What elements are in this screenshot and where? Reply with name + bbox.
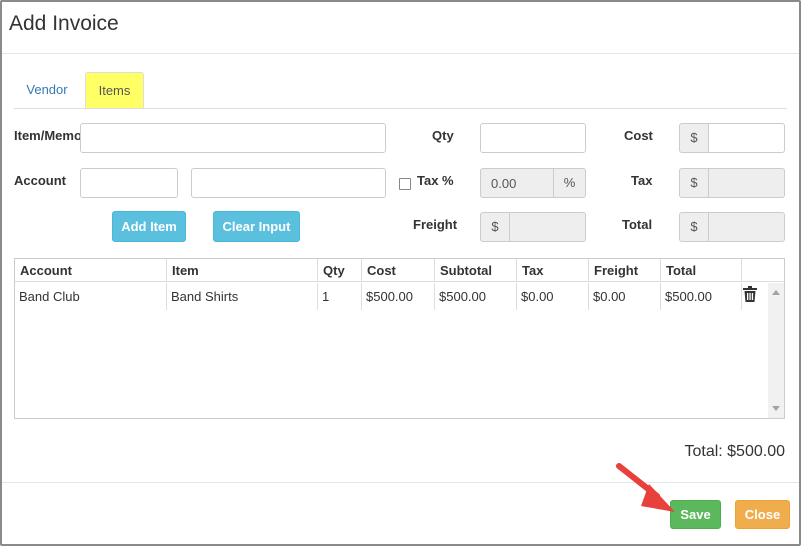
tab-vendor[interactable]: Vendor <box>14 72 80 108</box>
tax-currency-addon: $ <box>679 168 709 198</box>
account-number-input[interactable] <box>80 168 178 198</box>
header-divider <box>2 53 799 54</box>
freight-label: Freight <box>413 217 458 232</box>
column-header-actions <box>742 259 784 282</box>
tax-pct-addon: % <box>553 168 586 198</box>
freight-currency-addon: $ <box>480 212 510 242</box>
invoice-total: Total: $500.00 <box>684 443 785 460</box>
tab-divider <box>14 108 787 109</box>
column-header-total[interactable]: Total <box>661 259 742 282</box>
grid-vertical-scrollbar[interactable] <box>768 283 784 418</box>
cell-tax: $0.00 <box>517 283 589 310</box>
tax-checkbox[interactable] <box>399 178 411 190</box>
total-input[interactable] <box>708 212 785 242</box>
cost-input[interactable] <box>708 123 785 153</box>
freight-input[interactable] <box>509 212 586 242</box>
tax-label: Tax <box>631 173 653 188</box>
cell-cost: $500.00 <box>362 283 435 310</box>
qty-label: Qty <box>432 128 454 143</box>
column-header-qty[interactable]: Qty <box>318 259 362 282</box>
account-name-input[interactable] <box>191 168 386 198</box>
scroll-down-arrow-icon[interactable] <box>772 406 780 411</box>
account-label: Account <box>14 173 66 188</box>
scroll-up-arrow-icon[interactable] <box>772 290 780 295</box>
tab-items[interactable]: Items <box>85 72 144 109</box>
tax-pct-input[interactable] <box>480 168 554 198</box>
trash-icon[interactable] <box>743 286 757 302</box>
qty-input[interactable] <box>480 123 586 153</box>
add-item-button[interactable]: Add Item <box>112 211 186 242</box>
cell-freight: $0.00 <box>589 283 661 310</box>
tax-amount-input[interactable] <box>708 168 785 198</box>
cell-total: $500.00 <box>661 283 742 310</box>
item-memo-input[interactable] <box>80 123 386 153</box>
total-currency-addon: $ <box>679 212 709 242</box>
tax-pct-label: Tax % <box>417 173 454 188</box>
items-grid: Account Item Qty Cost Subtotal Tax Freig… <box>14 258 785 419</box>
clear-input-button[interactable]: Clear Input <box>213 211 300 242</box>
column-header-tax[interactable]: Tax <box>517 259 589 282</box>
cell-subtotal: $500.00 <box>435 283 517 310</box>
cell-account: Band Club <box>15 283 167 310</box>
cost-label: Cost <box>624 128 653 143</box>
column-header-cost[interactable]: Cost <box>362 259 435 282</box>
total-label: Total <box>622 217 653 232</box>
annotation-arrow-icon <box>616 463 675 512</box>
column-header-item[interactable]: Item <box>167 259 318 282</box>
cost-currency-addon: $ <box>679 123 709 153</box>
column-header-account[interactable]: Account <box>15 259 167 282</box>
column-header-freight[interactable]: Freight <box>589 259 661 282</box>
close-button[interactable]: Close <box>735 500 790 529</box>
item-memo-label: Item/Memo <box>14 128 82 143</box>
cell-item: Band Shirts <box>167 283 318 310</box>
cell-qty: 1 <box>318 283 362 310</box>
modal-title: Add Invoice <box>9 12 119 35</box>
column-header-subtotal[interactable]: Subtotal <box>435 259 517 282</box>
